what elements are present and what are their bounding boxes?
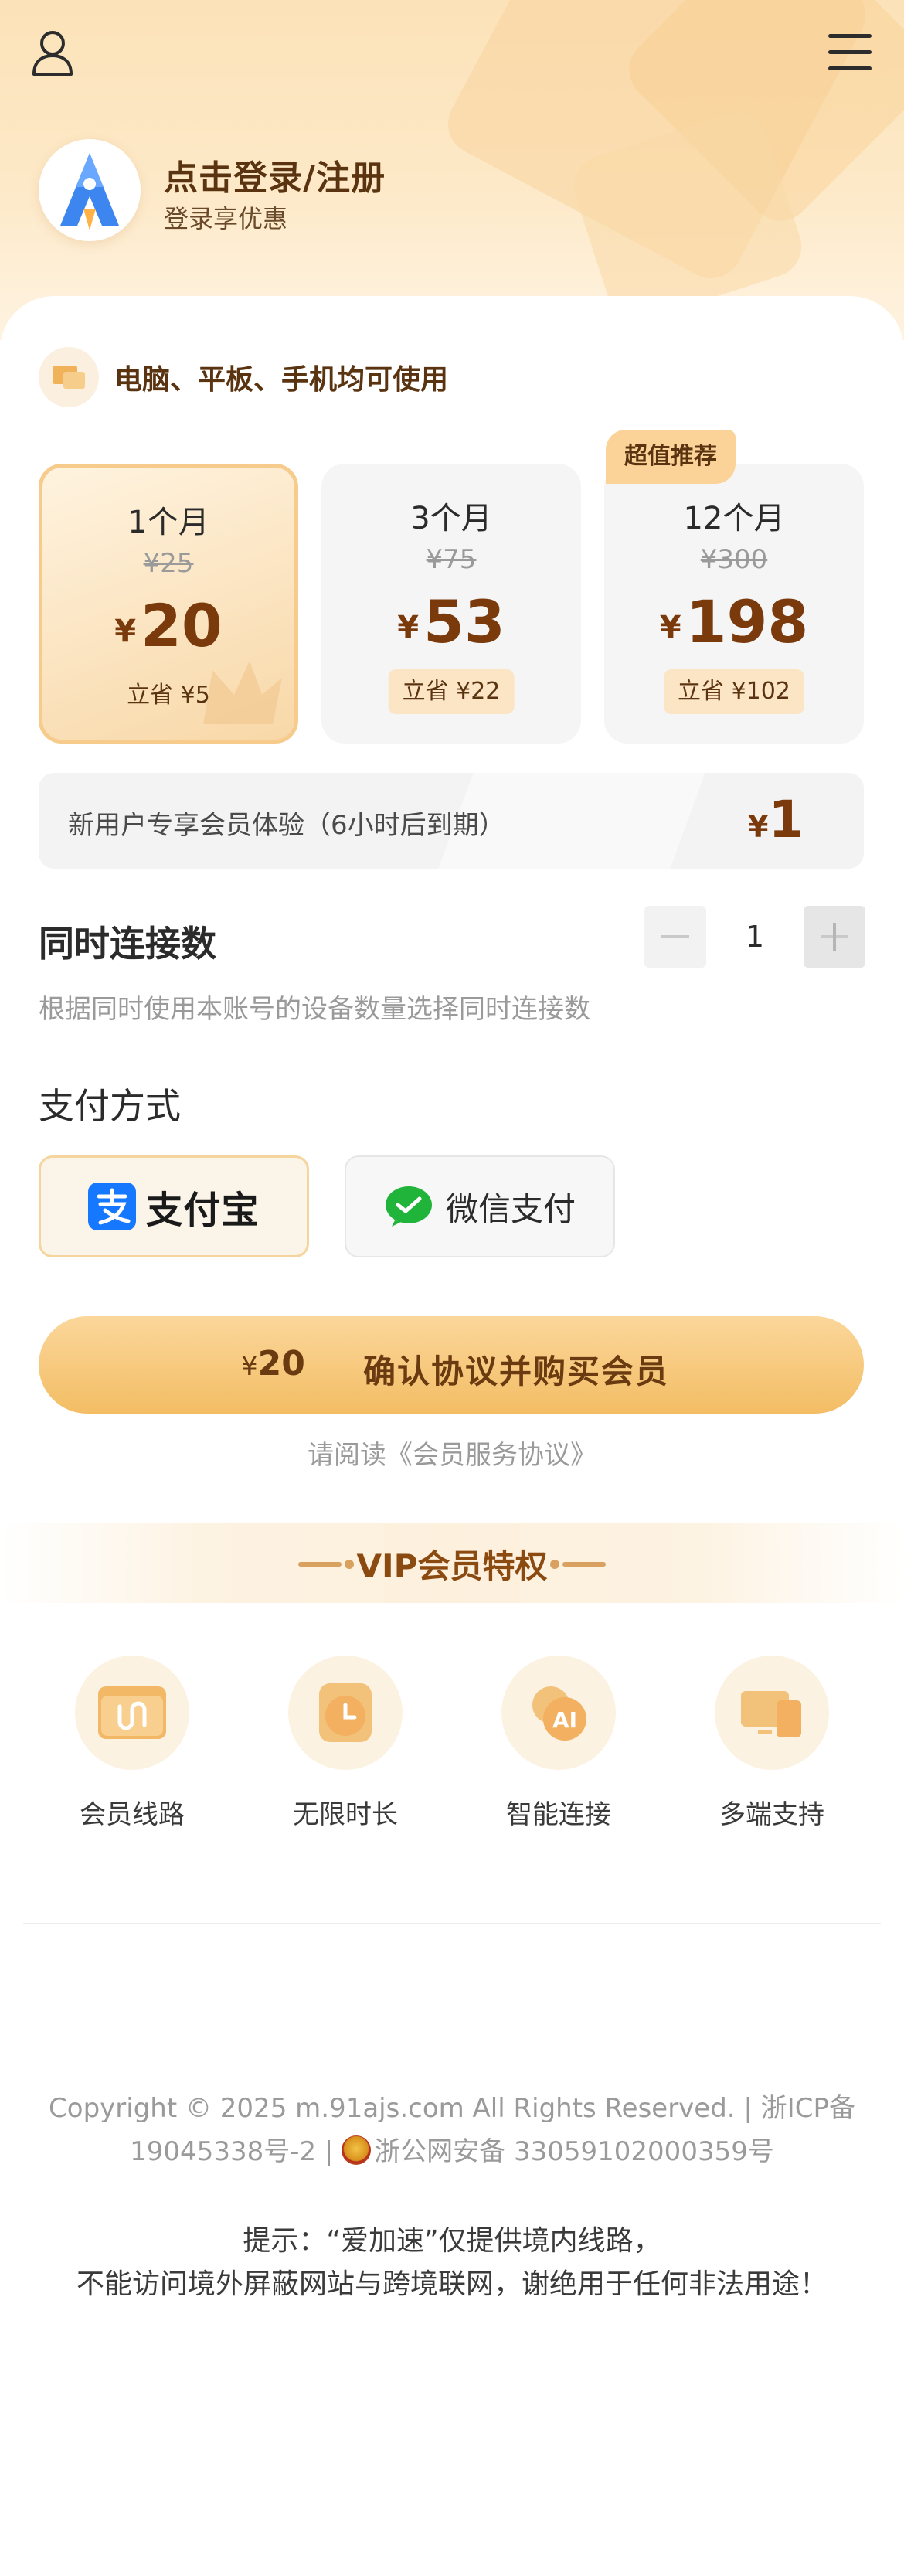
devices-icon [39,347,99,407]
recommend-badge: 超值推荐 [606,430,736,484]
login-register-link[interactable]: 点击登录/注册 [164,150,386,199]
purchase-button[interactable]: ¥20 确认协议并购买会员 [39,1316,864,1414]
plan-saving: 立省 ¥5 [127,682,210,709]
perk-label: 会员线路 [80,1799,185,1830]
payment-title: 支付方式 [39,1085,181,1127]
devices-text: 电脑、平板、手机均可使用 [114,364,449,396]
footer-divider [23,1923,881,1924]
perk-unlimited-time: 无限时长 [268,1656,423,1831]
connections-description: 根据同时使用本账号的设备数量选择同时连接数 [39,994,590,1025]
police-badge-icon [342,2135,372,2165]
alipay-icon [88,1183,137,1230]
perk-multi-device: 多端支持 [695,1656,849,1831]
perk-label: 多端支持 [719,1799,824,1830]
connections-value: 1 [745,920,765,954]
perk-vip-route: 会员线路 [55,1656,209,1831]
plan-card-12-months[interactable]: 12个月 ¥300 ¥198 立省 ¥102 [604,464,864,744]
svg-text:AI: AI [552,1707,577,1733]
trial-price: ¥1 [748,790,804,849]
trial-text: 新用户专享会员体验（6小时后到期） [68,810,505,841]
plan-original-price: ¥75 [426,544,477,575]
public-security-link[interactable]: 浙公网安备 33059102000359号 [374,2136,774,2167]
plan-duration: 1个月 [127,505,209,540]
vip-route-icon [75,1656,189,1770]
copyright-line: Copyright © 2025 m.91ajs.com All Rights … [49,2093,855,2124]
clock-icon [288,1656,403,1770]
alipay-option[interactable]: 支付宝 [39,1155,309,1257]
usage-notice: 提示：“爱加速”仅提供境内线路， 不能访问境外屏蔽网站与跨境联网，谢绝用于任何非… [31,2220,873,2306]
icp-link[interactable]: 19045338号-2 | [130,2136,342,2167]
perk-label: 智能连接 [506,1799,611,1830]
app-logo[interactable] [39,139,141,241]
plan-card-1-month[interactable]: 1个月 ¥25 ¥20 立省 ¥5 [39,464,298,744]
notice-line: 提示：“爱加速”仅提供境内线路， [243,2225,661,2257]
login-subtitle: 登录享优惠 [164,204,288,233]
trial-offer[interactable]: 新用户专享会员体验（6小时后到期） ¥1 [39,773,864,869]
plan-duration: 3个月 [410,501,492,536]
plan-original-price: ¥300 [700,544,768,575]
plan-saving: 立省 ¥22 [388,669,515,714]
plan-price: ¥198 [659,587,809,656]
copyright-text: Copyright © 2025 m.91ajs.com All Rights … [31,2087,873,2173]
user-icon[interactable] [31,29,74,77]
service-agreement-link[interactable]: 请阅读《会员服务协议》 [0,1434,904,1472]
purchase-price: ¥20 [241,1344,305,1383]
purchase-label: 确认协议并购买会员 [363,1353,670,1390]
wechat-pay-option[interactable]: 微信支付 [345,1155,615,1257]
increment-button[interactable] [804,906,865,968]
plan-original-price: ¥25 [143,548,194,579]
plan-saving: 立省 ¥102 [664,669,804,714]
multi-device-icon [715,1656,829,1770]
copyright-line: 19045338号-2 | 浙公网安备 33059102000359号 [31,2130,873,2173]
perk-smart-connect: AI 智能连接 [481,1656,636,1831]
alipay-label: 支付宝 [145,1189,260,1232]
header-banner: 点击登录/注册 登录享优惠 [0,0,904,340]
plan-card-3-months[interactable]: 3个月 ¥75 ¥53 立省 ¥22 [321,464,581,744]
ai-icon: AI [501,1656,616,1770]
plan-duration: 12个月 [683,501,785,536]
menu-icon[interactable] [828,34,872,71]
devices-notice: 电脑、平板、手机均可使用 [39,346,448,408]
wechat-pay-label: 微信支付 [445,1189,576,1228]
connections-title: 同时连接数 [39,923,216,965]
wechat-icon [384,1185,433,1228]
vip-privileges-title: VIP会员特权 [356,1547,548,1585]
perk-label: 无限时长 [293,1799,398,1830]
plan-price: ¥53 [397,587,505,656]
decrement-button[interactable] [644,906,706,968]
notice-line: 不能访问境外屏蔽网站与跨境联网，谢绝用于任何非法用途！ [76,2268,828,2300]
